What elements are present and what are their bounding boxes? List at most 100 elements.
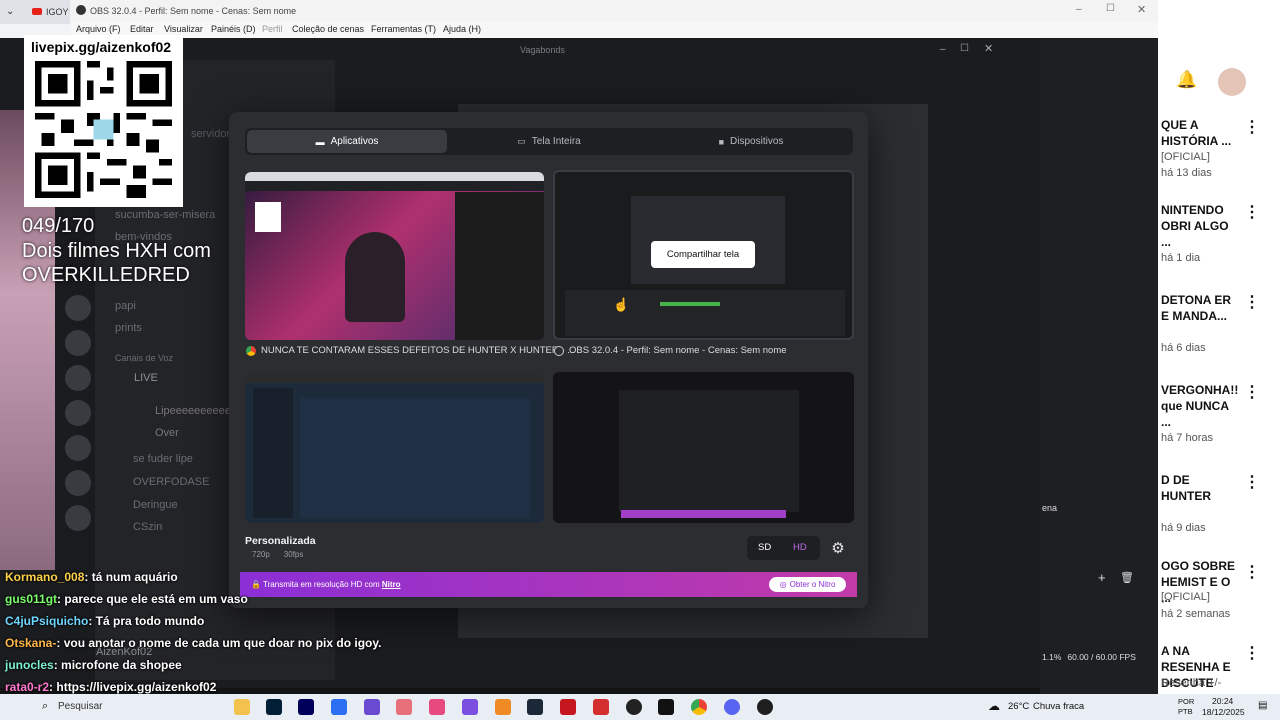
server-icon[interactable] [65,400,91,426]
menu-ajuda[interactable]: Ajuda (H) [443,24,481,34]
app-icon[interactable] [560,699,576,715]
video-title[interactable]: DETONA ER E MANDA... [1161,292,1241,324]
app-icon[interactable] [462,699,478,715]
avatar[interactable] [1218,68,1246,96]
share-tabs: ▬ Aplicativos ▭ Tela Inteira ■ Dispositi… [245,128,853,155]
share-screen-button[interactable]: Compartilhar tela [651,241,755,268]
server-icon[interactable] [65,330,91,356]
gear-icon[interactable]: ⚙ [825,535,851,561]
channel-item[interactable]: papi [115,300,136,312]
taskbar-search[interactable]: Pesquisar [58,701,102,712]
file-explorer-icon[interactable] [234,699,250,715]
maximize-icon[interactable]: ☐ [1106,3,1115,14]
bell-icon[interactable]: 🔔 [1176,70,1197,90]
source-thumbnail-livepix[interactable] [245,374,544,523]
app-icon[interactable] [495,699,511,715]
nitro-link[interactable]: Nitro [382,580,401,589]
server-icon[interactable] [65,505,91,531]
search-icon[interactable]: ⌕ [42,700,48,713]
close-icon[interactable]: ✕ [1137,3,1146,16]
hd-option[interactable]: HD [793,542,807,553]
tab-tela-inteira[interactable]: ▭ Tela Inteira [449,130,649,153]
source-thumbnail-browser[interactable] [245,172,544,340]
server-icon[interactable] [65,295,91,321]
pdf-icon[interactable] [593,699,609,715]
minimize-icon[interactable]: – [1076,4,1082,15]
more-options-icon[interactable]: ⋮ [1244,562,1260,582]
tab-aplicativos[interactable]: ▬ Aplicativos [247,130,447,153]
clock-time[interactable]: 20:24 [1212,696,1233,706]
get-nitro-button[interactable]: ◎ Obter o Nitro [769,577,846,592]
video-title[interactable]: VERGONHA!! que NUNCA ... [1161,382,1241,430]
obs-icon [554,345,564,356]
more-options-icon[interactable]: ⋮ [1244,117,1260,137]
chat-text: : https://livepix.gg/aizenkof02 [49,680,217,694]
server-icon[interactable] [65,470,91,496]
obs-icon[interactable] [626,699,642,715]
voice-channel[interactable]: Deringue [133,499,178,511]
app-icon[interactable] [757,699,773,715]
app-icon[interactable] [429,699,445,715]
source-thumbnail-discord[interactable] [553,372,854,523]
chrome-icon[interactable] [691,699,707,715]
menu-paineis[interactable]: Painéis (D) [211,24,256,34]
menu-editar[interactable]: Editar [130,24,154,34]
menu-perfil[interactable]: Perfil [262,24,283,34]
keyboard-layout[interactable]: PTB [1178,707,1193,716]
maximize-icon[interactable]: ☐ [960,43,969,54]
source-title: OBS 32.0.4 - Perfil: Sem nome - Cenas: S… [569,345,787,356]
voice-channel[interactable]: se fuder lipe [133,453,193,465]
channel-item[interactable]: sucumba-ser-misera [115,209,215,221]
nitro-upsell-bar: 🔒 Transmita em resolução HD com Nitro [240,572,857,597]
clock-date[interactable]: 18/12/2025 [1202,707,1245,717]
video-title[interactable]: QUE A HISTÓRIA ... [1161,117,1241,149]
notification-icon[interactable]: ▤ [1258,700,1267,711]
video-age: há 6 dias [1161,342,1206,354]
more-options-icon[interactable]: ⋮ [1244,472,1260,492]
more-options-icon[interactable]: ⋮ [1244,202,1260,222]
voice-channel-live[interactable]: LIVE [134,372,158,384]
sd-option[interactable]: SD [758,542,771,553]
close-icon[interactable]: ✕ [984,42,993,55]
voice-channel[interactable]: OVERFODASE [133,476,209,488]
tab-list-chevron-icon[interactable]: ⌄ [6,6,14,17]
resolution-value: 720p [252,550,270,559]
add-icon[interactable]: + [1098,570,1106,585]
source-title: NUNCA TE CONTARAM ESSES DEFEITOS DE HUNT… [261,345,576,356]
voice-channel[interactable]: CSzin [133,521,162,533]
premiere-icon[interactable] [298,699,314,715]
photoshop-icon[interactable] [266,699,282,715]
menu-visualizar[interactable]: Visualizar [164,24,203,34]
weather-icon: ☁ [988,699,1000,713]
nitro-icon: ◎ [779,580,787,589]
nitro-message: Transmita em resolução HD com [263,580,380,589]
minimize-icon[interactable]: – [940,44,946,55]
video-title[interactable]: NINTENDO OBRI ALGO ... [1161,202,1241,250]
menu-colecao-cenas[interactable]: Coleção de cenas [292,24,364,34]
app-icon[interactable] [364,699,380,715]
menu-ferramentas[interactable]: Ferramentas (T) [371,24,436,34]
server-icon[interactable] [65,435,91,461]
server-icon[interactable] [65,365,91,391]
netflix-icon[interactable] [658,699,674,715]
more-options-icon[interactable]: ⋮ [1244,382,1260,402]
video-title[interactable]: D DE HUNTER [1161,472,1241,504]
keyboard-lang[interactable]: POR [1178,697,1194,706]
video-age: há 9 dias [1161,522,1206,534]
goal-description: OVERKILLEDRED [22,264,190,286]
app-icon[interactable] [331,699,347,715]
more-options-icon[interactable]: ⋮ [1244,292,1260,312]
steam-icon[interactable] [527,699,543,715]
video-channel: [OFICIAL] [1161,151,1210,163]
youtube-icon [32,8,42,15]
fps-readout: 60.00 / 60.00 FPS [1067,652,1136,662]
discord-icon[interactable] [724,699,740,715]
trash-icon[interactable]: 🗑 [1120,571,1134,584]
app-icon[interactable] [396,699,412,715]
more-options-icon[interactable]: ⋮ [1244,643,1260,663]
tab-dispositivos[interactable]: ■ Dispositivos [651,130,851,153]
menu-arquivo[interactable]: Arquivo (F) [76,24,121,34]
camera-icon: ■ [718,136,725,147]
channel-item[interactable]: prints [115,322,142,334]
video-age: há 1 dia [1161,252,1201,264]
